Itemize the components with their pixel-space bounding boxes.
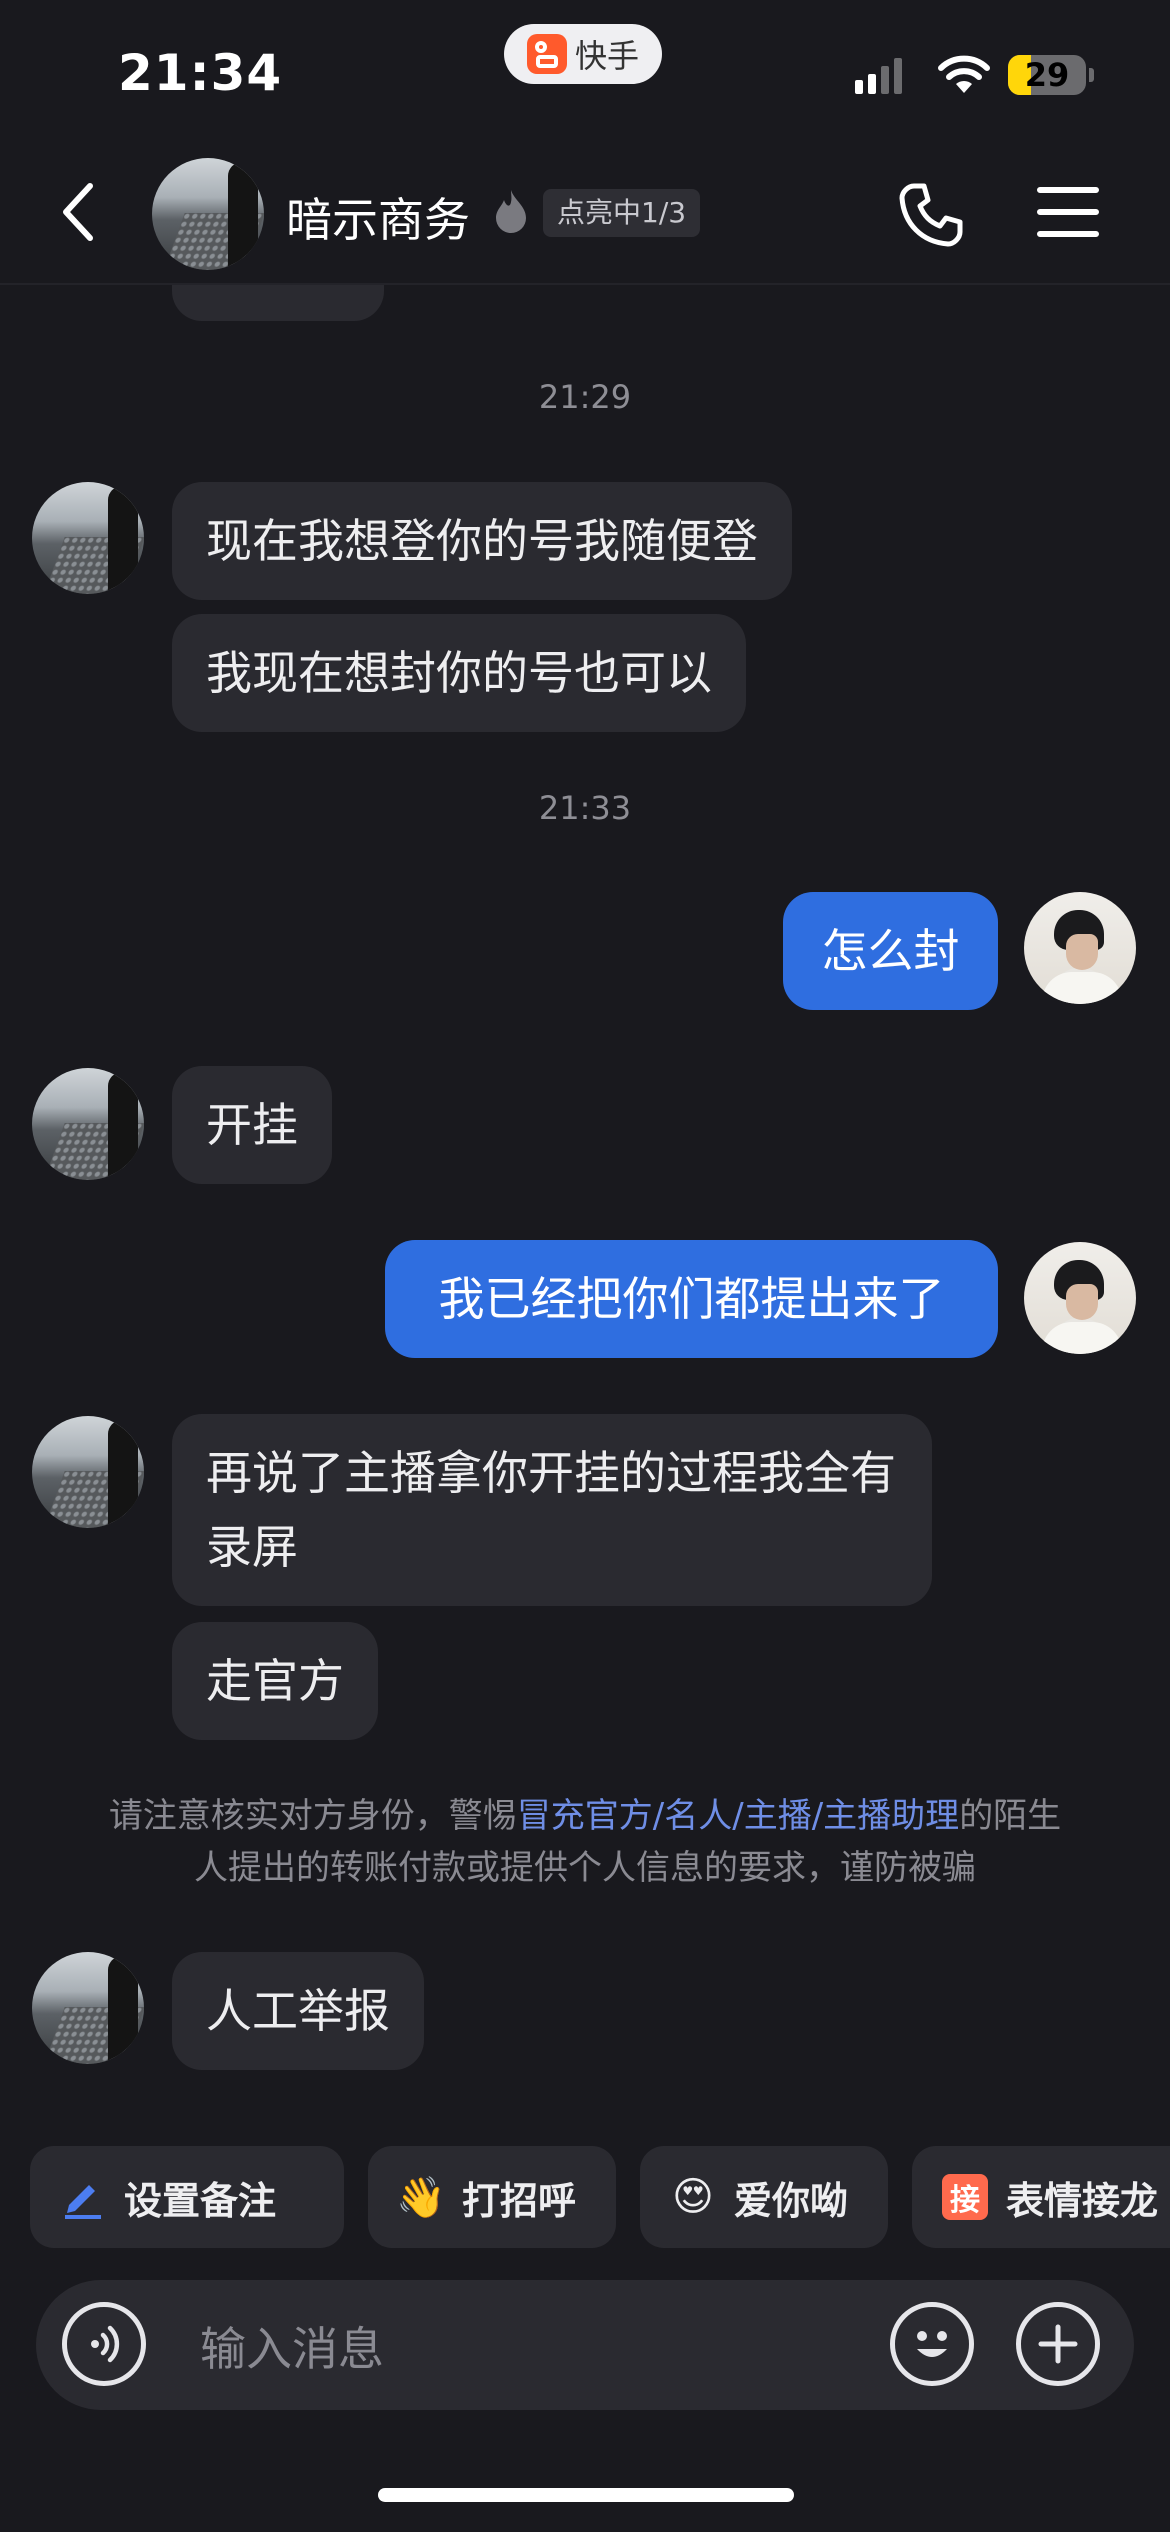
incoming-message[interactable]: 走官方 <box>172 1622 378 1740</box>
contact-name[interactable]: 暗示商务 <box>286 184 470 250</box>
chip-label: 设置备注 <box>124 2178 277 2223</box>
safety-notice-text: 请注意核实对方身份，警惕 <box>108 1796 517 1836</box>
battery-icon: 29 <box>1008 55 1086 95</box>
incoming-message[interactable]: 现在我想登你的号我随便登 <box>172 482 792 600</box>
contact-avatar[interactable] <box>152 158 264 270</box>
incoming-message[interactable]: 我现在想封你的号也可以 <box>172 614 746 732</box>
intimacy-badge[interactable]: 点亮中1/3 <box>543 189 701 237</box>
my-avatar[interactable] <box>1024 1242 1136 1354</box>
contact-message-avatar[interactable] <box>32 1416 144 1528</box>
cellular-signal-icon <box>855 58 902 94</box>
chevron-left-icon[interactable] <box>58 180 98 244</box>
contact-message-avatar[interactable] <box>32 482 144 594</box>
home-indicator[interactable] <box>378 2488 794 2502</box>
heart-eyes-emoji-icon: 😍 <box>672 2174 714 2220</box>
incoming-message[interactable]: 再说了主播拿你开挂的过程我全有录屏 <box>172 1414 932 1606</box>
chip-label: 表情接龙 <box>1006 2178 1159 2223</box>
message-bubble-partial <box>172 285 384 321</box>
emoji-icon[interactable] <box>890 2302 974 2386</box>
message-timestamp: 21:33 <box>538 789 632 827</box>
app-name: 快手 <box>574 37 639 75</box>
contact-message-avatar[interactable] <box>32 1952 144 2064</box>
relay-icon: 接 <box>942 2174 988 2220</box>
greet-chip[interactable]: 👋 打招呼 <box>368 2146 616 2248</box>
voice-icon[interactable] <box>62 2302 146 2386</box>
flame-icon <box>496 190 526 233</box>
incoming-message[interactable]: 人工举报 <box>172 1952 424 2070</box>
back-to-app-pill[interactable]: 快手 <box>504 24 662 84</box>
message-timestamp: 21:29 <box>538 378 632 416</box>
status-time: 21:34 <box>118 44 283 102</box>
outgoing-message[interactable]: 怎么封 <box>783 892 998 1010</box>
chip-label: 爱你呦 <box>734 2178 849 2223</box>
safety-notice: 请注意核实对方身份，警惕冒充官方/名人/主播/主播助理的陌生人提出的转账付款或提… <box>100 1790 1070 1894</box>
wifi-icon <box>938 55 990 93</box>
my-avatar[interactable] <box>1024 892 1136 1004</box>
phone-icon[interactable] <box>896 180 966 250</box>
incoming-message[interactable]: 开挂 <box>172 1066 332 1184</box>
safety-notice-highlight[interactable]: 冒充官方/名人/主播/主播助理 <box>517 1796 959 1836</box>
set-remark-chip[interactable]: 设置备注 <box>30 2146 344 2248</box>
love-you-chip[interactable]: 😍 爱你呦 <box>640 2146 888 2248</box>
kuaishou-logo-icon <box>526 34 567 74</box>
waving-hand-icon: 👋 <box>396 2174 446 2221</box>
message-input[interactable]: 输入消息 <box>200 2313 384 2379</box>
hamburger-menu-icon[interactable] <box>1036 184 1100 240</box>
outgoing-message[interactable]: 我已经把你们都提出来了 <box>385 1240 998 1358</box>
chip-label: 打招呼 <box>462 2178 577 2223</box>
battery-tip <box>1089 68 1094 82</box>
contact-message-avatar[interactable] <box>32 1068 144 1180</box>
plus-icon[interactable] <box>1016 2302 1100 2386</box>
pencil-icon <box>60 2174 106 2220</box>
emoji-relay-chip[interactable]: 接 表情接龙 <box>912 2146 1170 2248</box>
battery-percent: 29 <box>1024 56 1070 94</box>
